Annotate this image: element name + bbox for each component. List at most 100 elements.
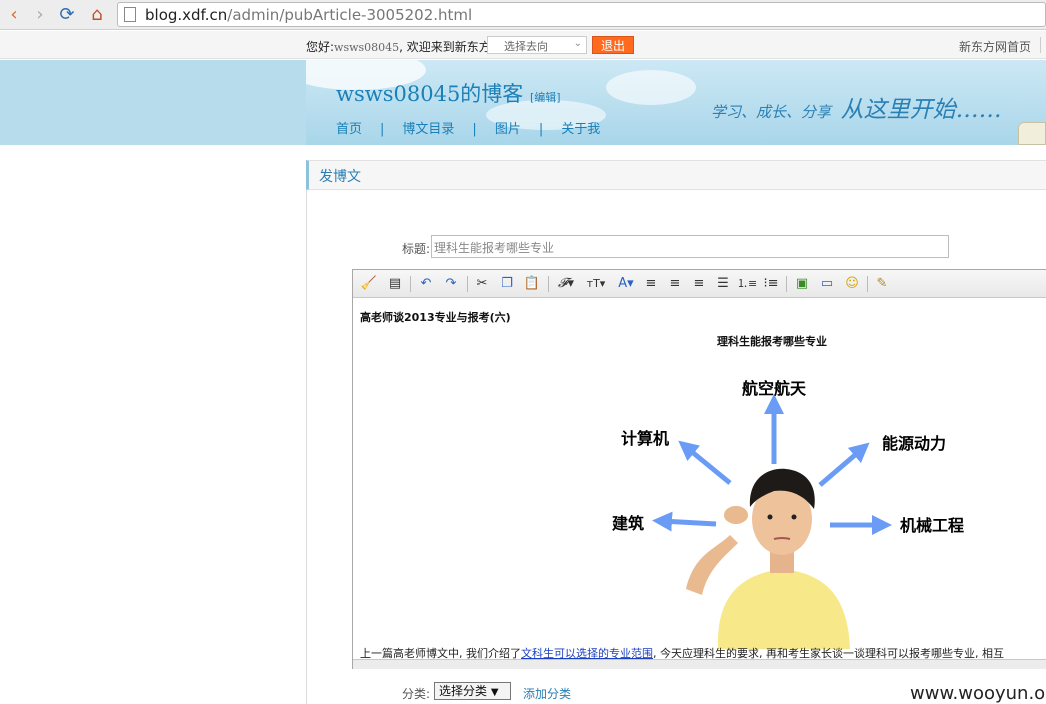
student-illustration — [686, 468, 850, 649]
edit-title-link[interactable]: [编辑] — [530, 91, 561, 104]
address-bar[interactable]: blog.xdf.cn/admin/pubArticle-3005202.htm… — [117, 2, 1046, 27]
category-label: 分类: — [402, 687, 431, 701]
image-title: 理科生能报考哪些专业 — [717, 335, 827, 348]
label-computer: 计算机 — [621, 429, 669, 448]
label-energy: 能源动力 — [882, 434, 946, 453]
label-aerospace: 航空航天 — [742, 379, 807, 398]
source-code-icon[interactable]: ✎ — [872, 274, 892, 294]
arrow-upper-left — [678, 440, 732, 485]
label-architecture: 建筑 — [612, 514, 644, 533]
body-text-after: , 今天应理科生的要求, 再和考生家长谈一谈理科可以报考哪些专业, 相互 — [653, 647, 1004, 659]
rich-text-editor: 🧹 ▤ ↶ ↷ ✂ ❐ 📋 𝓕▾ тT▾ A▾ ≡ ≡ ≡ ☰ ⒈≡ ⁝≡ ▣ … — [352, 269, 1046, 669]
font-color-icon[interactable]: A▾ — [614, 274, 638, 294]
page-icon — [124, 7, 136, 22]
url-path: /admin/pubArticle-3005202.html — [227, 6, 473, 24]
site-topbar: 您好:wsws08045, 欢迎来到新东方 选择去向 ⌄ 退出 新东方网首页 — [0, 31, 1046, 59]
paper-decoration — [1018, 122, 1046, 145]
xdf-home-link[interactable]: 新东方网首页 — [959, 38, 1031, 55]
copy-icon[interactable]: ❐ — [497, 274, 517, 294]
forward-icon[interactable]: › — [29, 4, 51, 26]
redo-icon[interactable]: ↷ — [441, 274, 461, 294]
menu-separator: | — [380, 122, 385, 137]
url-domain: blog.xdf.cn — [145, 6, 228, 24]
chevron-down-icon: ⌄ — [573, 38, 582, 49]
justify-icon[interactable]: ☰ — [713, 274, 733, 294]
align-right-icon[interactable]: ≡ — [689, 274, 709, 294]
arrow-left — [652, 511, 717, 532]
arts-majors-link[interactable]: 文科生可以选择的专业范围 — [521, 647, 653, 659]
editor-content[interactable]: 高老师谈2013专业与报考(六) 理科生能报考哪些专业 航空航天 计算机 能源动… — [353, 299, 1046, 659]
menu-separator: | — [472, 122, 477, 137]
add-category-link[interactable]: 添加分类 — [523, 685, 571, 702]
slogan-big: 从这里开始…… — [840, 97, 1002, 123]
slogan-small: 学习、成长、分享 — [711, 103, 832, 121]
username[interactable]: wsws08045 — [334, 41, 399, 54]
watermark: www.wooyun.org — [910, 683, 1046, 704]
right-eye — [791, 514, 797, 520]
logout-button[interactable]: 退出 — [592, 36, 634, 54]
section-title: 发博文 — [319, 169, 361, 185]
greeting: 您好:wsws08045, 欢迎来到新东方 — [306, 38, 491, 55]
label-mechanical: 机械工程 — [900, 516, 964, 535]
arrow-upper-right — [818, 442, 870, 487]
banner-artwork: wsws08045的博客 [编辑] 学习、成长、分享 从这里开始…… 首页 | 博文… — [306, 60, 1046, 145]
back-icon[interactable]: ‹ — [3, 4, 25, 26]
body-text-before: 上一篇高老师博文中, 我们介绍了 — [360, 647, 521, 659]
shirt — [717, 569, 850, 649]
category-select-value: 选择分类 — [439, 684, 488, 698]
reload-icon[interactable]: ⟳ — [56, 4, 78, 26]
raised-arm — [686, 535, 738, 595]
title-input[interactable]: 理科生能报考哪些专业 — [431, 235, 949, 258]
blog-slogan: 学习、成长、分享 从这里开始…… — [711, 90, 1002, 124]
cloud-decoration — [606, 70, 696, 105]
category-select[interactable]: 选择分类 ▼ — [434, 682, 511, 700]
blog-title[interactable]: wsws08045的博客 [编辑] — [336, 78, 561, 108]
menu-item-articles[interactable]: 博文目录 — [402, 118, 454, 137]
insert-video-icon[interactable]: ▭ — [817, 274, 837, 294]
mouth — [773, 537, 791, 540]
greeting-prefix: 您好: — [306, 40, 335, 54]
unordered-list-icon[interactable]: ⁝≡ — [761, 274, 781, 294]
toolbar-divider — [786, 276, 787, 292]
greeting-suffix: , 欢迎来到新东方 — [399, 40, 491, 54]
ordered-list-icon[interactable]: ⒈≡ — [737, 274, 757, 294]
paste-text-icon[interactable]: ▤ — [385, 274, 405, 294]
menu-separator: | — [538, 122, 544, 137]
blog-title-text: wsws08045的博客 — [336, 82, 524, 106]
section-header: 发博文 — [306, 160, 1046, 190]
title-label: 标题: — [402, 242, 431, 256]
insert-image-icon[interactable]: ▣ — [792, 274, 812, 294]
home-icon[interactable]: ⌂ — [86, 4, 108, 26]
blog-banner: wsws08045的博客 [编辑] 学习、成长、分享 从这里开始…… 首页 | 博文… — [0, 60, 1046, 145]
editor-resize-bar[interactable] — [353, 659, 1046, 669]
editor-toolbar: 🧹 ▤ ↶ ↷ ✂ ❐ 📋 𝓕▾ тT▾ A▾ ≡ ≡ ≡ ☰ ⒈≡ ⁝≡ ▣ … — [353, 270, 1046, 298]
cut-icon[interactable]: ✂ — [472, 274, 492, 294]
blog-menu: 首页 | 博文目录 | 图片 | 关于我 — [336, 118, 600, 137]
font-family-icon[interactable]: 𝓕▾ — [553, 274, 579, 294]
align-center-icon[interactable]: ≡ — [665, 274, 685, 294]
destination-select[interactable]: 选择去向 ⌄ — [487, 36, 587, 54]
toolbar-divider — [548, 276, 549, 292]
destination-select-value: 选择去向 — [504, 40, 548, 53]
toolbar-divider — [467, 276, 468, 292]
menu-item-pictures[interactable]: 图片 — [495, 118, 521, 137]
browser-toolbar: ‹ › ⟳ ⌂ blog.xdf.cn/admin/pubArticle-300… — [0, 0, 1046, 30]
toolbar-divider — [867, 276, 868, 292]
majors-infographic[interactable]: 航空航天 计算机 能源动力 建筑 机械工程 — [598, 349, 998, 649]
article-heading: 高老师谈2013专业与报考(六) — [360, 311, 511, 324]
font-size-icon[interactable]: тT▾ — [583, 274, 609, 294]
menu-item-about[interactable]: 关于我 — [561, 118, 600, 137]
divider — [1040, 37, 1041, 53]
left-eye — [767, 514, 773, 520]
toolbar-divider — [410, 276, 411, 292]
article-body: 上一篇高老师博文中, 我们介绍了文科生可以选择的专业范围, 今天应理科生的要求,… — [360, 645, 1004, 659]
clear-format-icon[interactable]: 🧹 — [359, 274, 379, 294]
emoticon-icon[interactable]: ☺ — [842, 274, 862, 294]
align-left-icon[interactable]: ≡ — [641, 274, 661, 294]
caret-down-icon: ▼ — [490, 687, 499, 698]
menu-item-home[interactable]: 首页 — [336, 118, 362, 137]
hand — [724, 506, 748, 524]
content-border — [306, 160, 307, 704]
undo-icon[interactable]: ↶ — [416, 274, 436, 294]
paste-icon[interactable]: 📋 — [522, 274, 542, 294]
